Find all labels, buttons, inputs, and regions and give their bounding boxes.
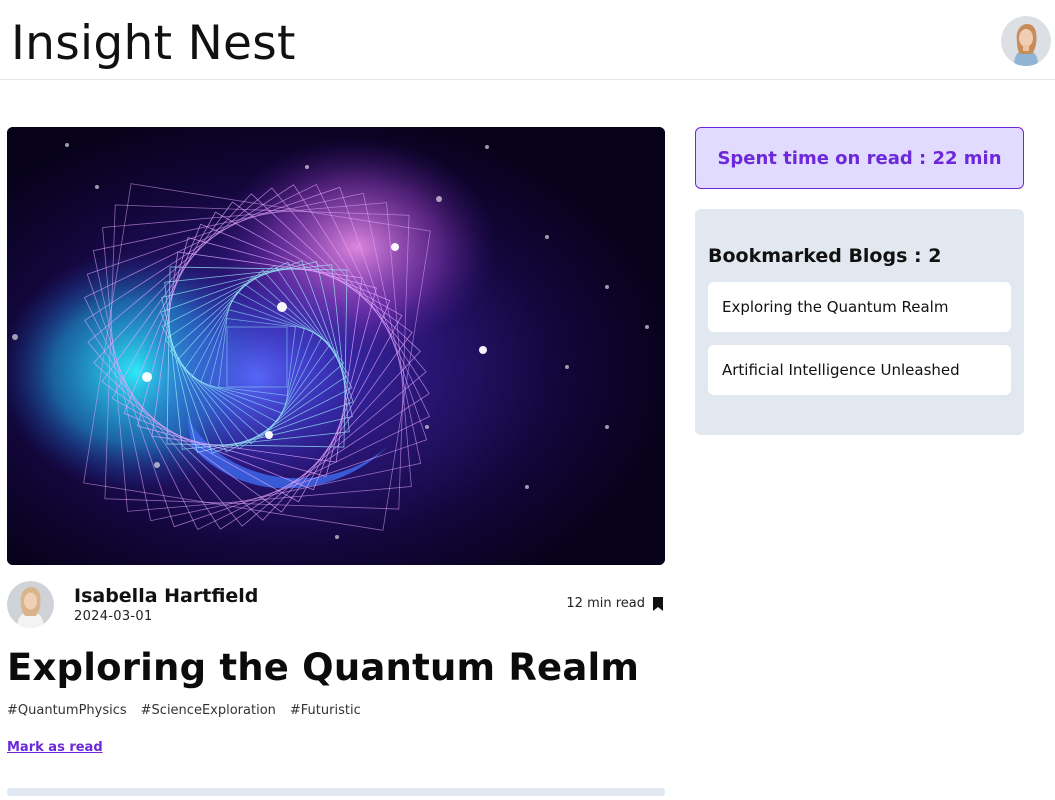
brand-logo-text[interactable]: Insight Nest: [11, 14, 296, 74]
tag[interactable]: #Futuristic: [290, 703, 361, 719]
bookmark-item-label: Artificial Intelligence Unleashed: [722, 361, 960, 379]
bookmark-item-label: Exploring the Quantum Realm: [722, 298, 949, 316]
read-time: 12 min read: [566, 596, 645, 611]
bookmark-item[interactable]: Exploring the Quantum Realm: [708, 282, 1011, 332]
author-portrait-icon: [7, 581, 54, 628]
quantum-spiral-cover-image: [7, 127, 665, 565]
bookmark-item[interactable]: Artificial Intelligence Unleashed: [708, 345, 1011, 395]
author-name: Isabella Hartfield: [74, 585, 259, 607]
post-title: Exploring the Quantum Realm: [7, 646, 640, 689]
tag[interactable]: #QuantumPhysics: [7, 703, 127, 719]
author-avatar[interactable]: [7, 581, 54, 628]
user-portrait-icon: [1001, 16, 1051, 66]
tag[interactable]: #ScienceExploration: [141, 703, 276, 719]
bookmark-icon: [653, 597, 663, 611]
bookmarks-panel: Bookmarked Blogs : 2 Exploring the Quant…: [695, 209, 1024, 435]
app-header: Insight Nest: [0, 0, 1055, 80]
user-avatar[interactable]: [1001, 16, 1051, 66]
bookmark-button[interactable]: [652, 596, 665, 612]
spent-time-box: Spent time on read : 22 min: [695, 127, 1024, 189]
post-date: 2024-03-01: [74, 609, 153, 624]
bookmarks-title: Bookmarked Blogs : 2: [708, 245, 942, 267]
mark-as-read-link[interactable]: Mark as read: [7, 740, 103, 756]
spent-time-label: Spent time on read : 22 min: [717, 147, 1002, 169]
tag-list: #QuantumPhysics #ScienceExploration #Fut…: [7, 703, 361, 719]
next-card-edge: [7, 788, 665, 796]
